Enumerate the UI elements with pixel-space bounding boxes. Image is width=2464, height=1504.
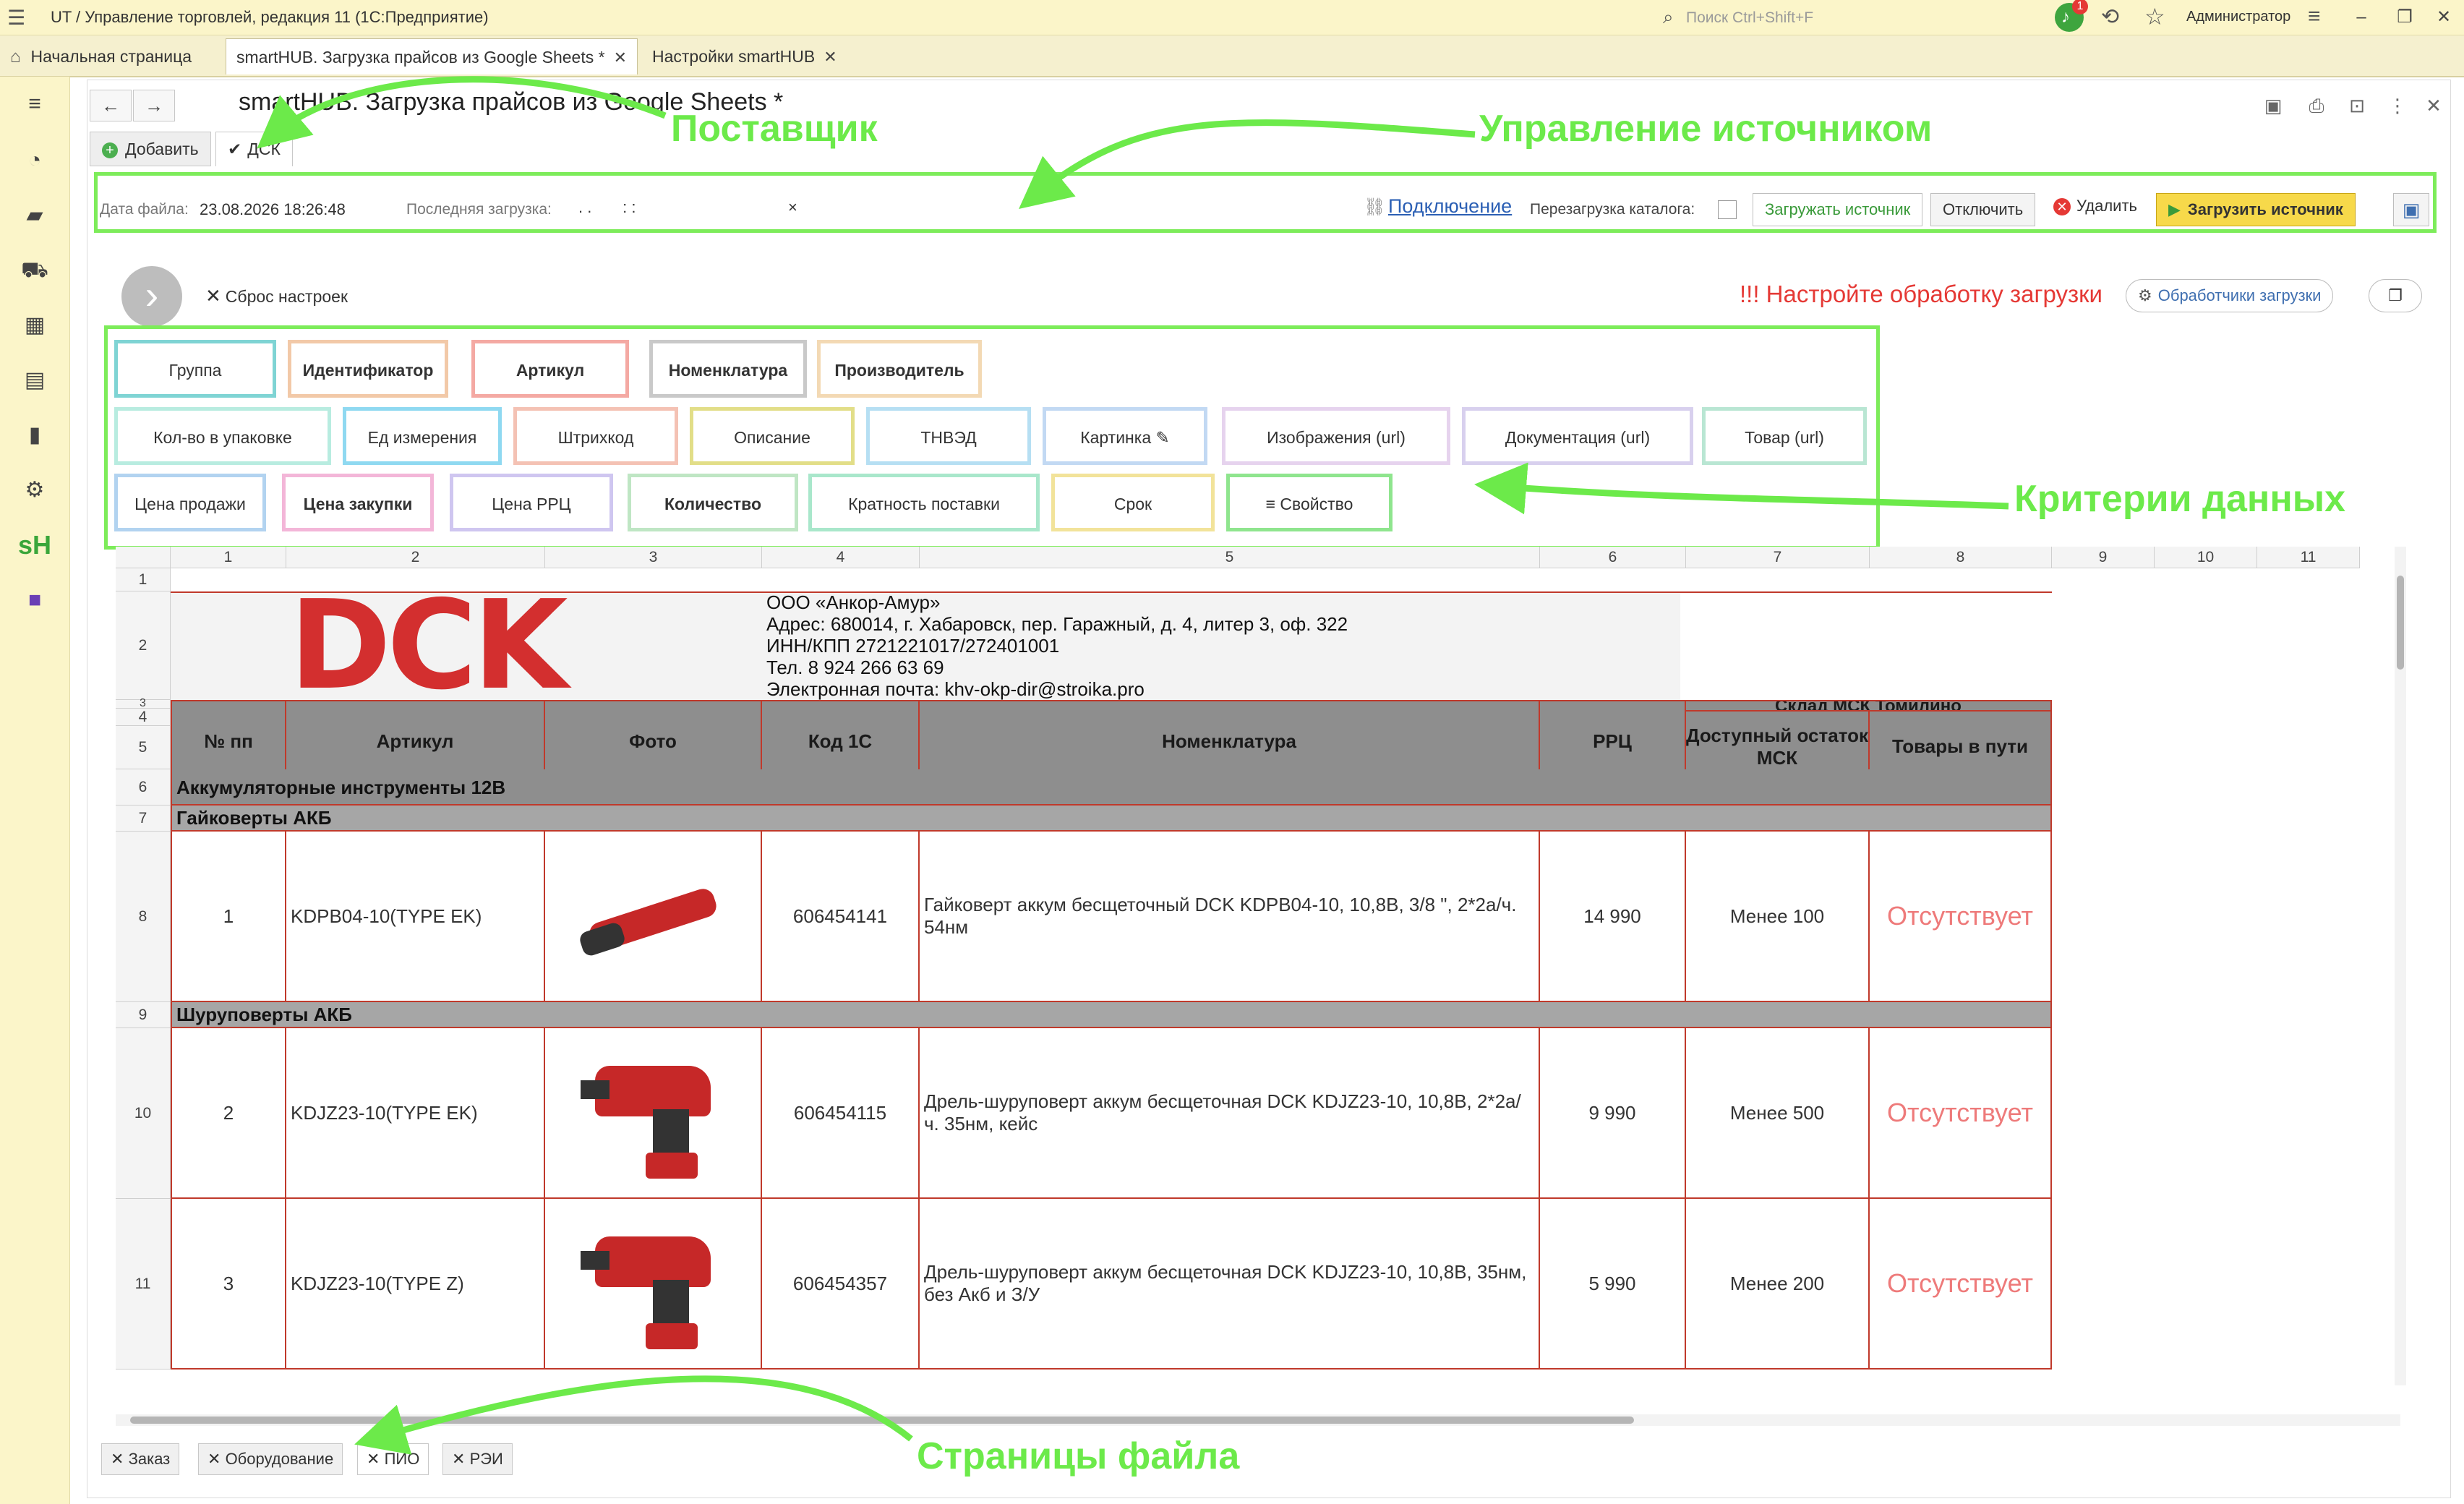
annotation-criteria: Критерии данных xyxy=(2014,478,2346,520)
arrow-pages xyxy=(354,1375,913,1455)
arrow-source xyxy=(1019,119,1476,210)
arrow-supplier xyxy=(257,76,667,149)
arrow-criteria xyxy=(1474,462,2009,515)
annotation-pages: Страницы файла xyxy=(917,1435,1240,1477)
annotation-source-control: Управление источником xyxy=(1479,108,1933,150)
annotation-supplier: Поставщик xyxy=(671,108,878,150)
annotation-arrows xyxy=(257,76,2009,1455)
